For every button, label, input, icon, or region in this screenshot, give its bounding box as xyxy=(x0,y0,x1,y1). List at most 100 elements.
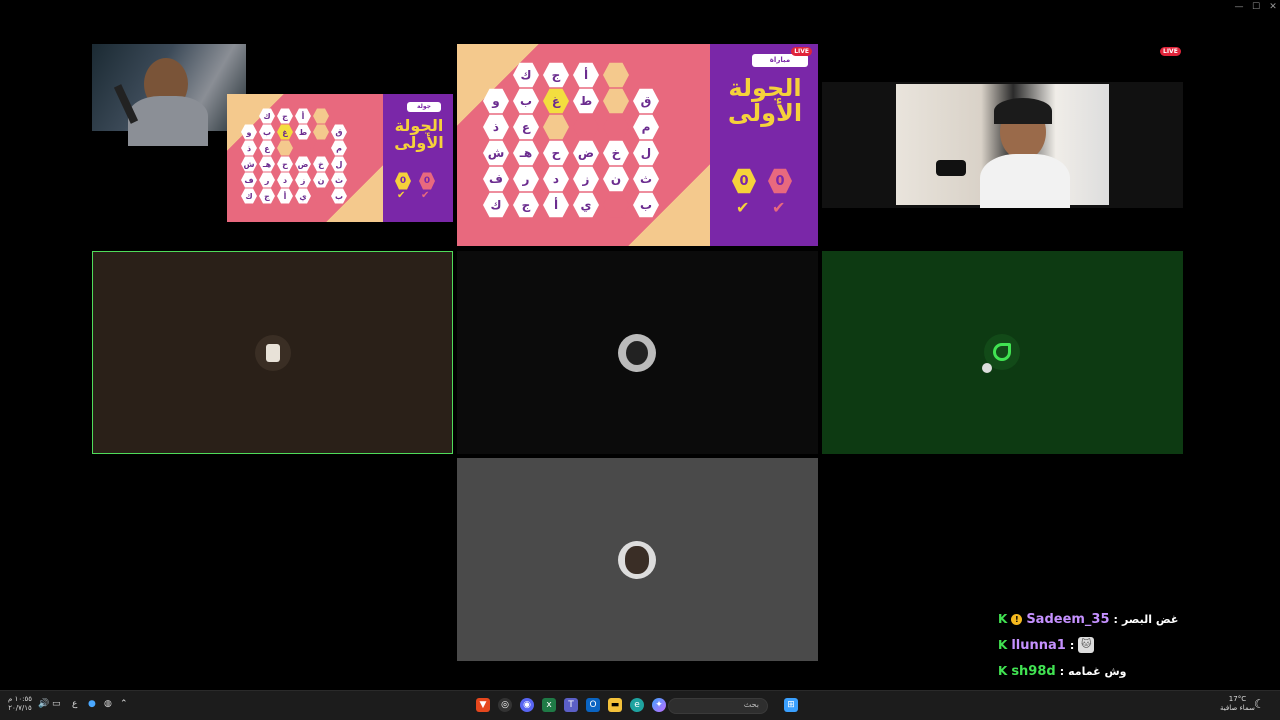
participant-avatar xyxy=(618,334,656,372)
status-icon xyxy=(982,363,992,373)
small-hex-cell: ن xyxy=(313,172,329,188)
small-hex-cell: م xyxy=(331,140,347,156)
participant-tile-1[interactable] xyxy=(92,251,453,454)
hex-cell[interactable]: هـ xyxy=(513,140,539,166)
hex-cell[interactable]: ل xyxy=(633,140,659,166)
hex-cell[interactable]: ث xyxy=(633,166,659,192)
small-hex-cell xyxy=(313,108,329,124)
hex-cell[interactable]: ج xyxy=(513,192,539,218)
hex-cell[interactable]: أ xyxy=(573,62,599,88)
hex-cell[interactable]: ن xyxy=(603,166,629,192)
file-explorer-icon[interactable]: ▬ xyxy=(608,698,622,712)
hex-cell[interactable]: أ xyxy=(543,192,569,218)
hex-cell[interactable] xyxy=(603,192,629,218)
hex-cell[interactable]: ذ xyxy=(483,114,509,140)
minimize-button[interactable]: — xyxy=(1232,0,1246,14)
stream-screen: — ☐ ✕ جولة الجولة الأولى 0 0 ✔ ✔ كجأوبغط… xyxy=(0,0,1280,720)
hex-cell[interactable]: ك xyxy=(513,62,539,88)
network-icon[interactable]: ▭ xyxy=(52,699,61,709)
small-board-button[interactable]: جولة xyxy=(407,102,441,112)
hex-cell[interactable]: ج xyxy=(543,62,569,88)
hex-cell[interactable]: ش xyxy=(483,140,509,166)
small-round-title: الجولة الأولى xyxy=(389,117,449,152)
teams-icon[interactable]: T xyxy=(564,698,578,712)
chat-username[interactable]: llunna1 xyxy=(1011,638,1066,653)
hex-cell[interactable]: ض xyxy=(573,140,599,166)
chat-username[interactable]: Sadeem_35 xyxy=(1026,612,1109,627)
hex-cell[interactable]: ع xyxy=(513,114,539,140)
hex-cell[interactable]: ح xyxy=(543,140,569,166)
small-hex-cell: ض xyxy=(295,156,311,172)
kick-badge-icon: K xyxy=(998,612,1008,626)
hex-cell[interactable]: ب xyxy=(513,88,539,114)
participant-tile-2[interactable] xyxy=(457,251,818,454)
small-hex-cell: د xyxy=(277,172,293,188)
hex-cell[interactable]: ف xyxy=(483,166,509,192)
coin-badge-icon: ! xyxy=(1011,613,1023,625)
edge-icon[interactable]: e xyxy=(630,698,644,712)
hex-cell[interactable] xyxy=(603,88,629,114)
participant-tile-4[interactable] xyxy=(457,458,818,661)
hex-cell[interactable]: ط xyxy=(573,88,599,114)
show-hidden-icons-icon[interactable]: ⌃ xyxy=(120,699,128,709)
participant-tile-3[interactable] xyxy=(822,251,1183,454)
tray-app-icon[interactable]: ◍ xyxy=(104,699,112,709)
outlook-icon[interactable]: O xyxy=(586,698,600,712)
small-hex-cell: ع xyxy=(259,140,275,156)
close-button[interactable]: ✕ xyxy=(1266,0,1280,14)
language-indicator[interactable]: ع xyxy=(72,699,77,709)
small-hex-cell xyxy=(313,188,329,204)
taskbar-search[interactable]: بحث xyxy=(668,698,768,714)
hex-cell[interactable]: و xyxy=(483,88,509,114)
cat-emote-icon: 🐱 xyxy=(1078,637,1095,653)
hex-cell[interactable]: ي xyxy=(573,192,599,218)
small-hex-grid: ك ج أ و ب غ ط ق ذ ع م ش هـ ح ض خ ل ف ر د ز ن ث ك ج أ ي ب xyxy=(241,108,371,218)
chat-separator: : xyxy=(1069,638,1075,652)
small-hex-cell: أ xyxy=(277,188,293,204)
small-hex-cell: ل xyxy=(331,156,347,172)
small-check-left-icon: ✔ xyxy=(397,190,406,201)
small-hex-cell: ك xyxy=(241,188,257,204)
small-hex-cell: ي xyxy=(295,188,311,204)
round-title-line2: الأولى xyxy=(727,99,803,128)
taskbar: ١٠:٥٥ م ٢٠/٧/١٥ 🔊 ▭ ع ● ◍ ⌃ ▼ ◎ ◉ x T O … xyxy=(0,690,1280,720)
small-game-board: جولة الجولة الأولى 0 0 ✔ ✔ كجأوبغطقذعمشه… xyxy=(227,94,453,222)
streamer-camera-right-frame xyxy=(822,82,1183,208)
hex-cell[interactable] xyxy=(603,62,629,88)
chat-username[interactable]: sh98d xyxy=(1011,664,1055,679)
obs-icon[interactable]: ◎ xyxy=(498,698,512,712)
hex-cell[interactable]: د xyxy=(543,166,569,192)
brave-browser-icon[interactable]: ▼ xyxy=(476,698,490,712)
hex-cell[interactable]: غ xyxy=(543,88,569,114)
small-hex-cell: ر xyxy=(259,172,275,188)
hex-cell[interactable] xyxy=(573,114,599,140)
small-hex-cell: ز xyxy=(295,172,311,188)
hex-cell[interactable] xyxy=(543,114,569,140)
taskbar-clock[interactable]: ١٠:٥٥ م ٢٠/٧/١٥ xyxy=(8,695,32,713)
discord-icon[interactable]: ◉ xyxy=(520,698,534,712)
weather-desc: سماء صافية xyxy=(1220,704,1255,712)
hex-cell[interactable]: م xyxy=(633,114,659,140)
weather-temp: 17°C xyxy=(1228,695,1247,703)
check-left-icon: ✔ xyxy=(736,198,750,217)
mic-tray-icon[interactable]: ● xyxy=(88,699,96,709)
start-icon[interactable]: ⊞ xyxy=(784,698,798,712)
score-right: 0 xyxy=(768,168,792,194)
microphone-icon xyxy=(936,160,966,176)
hex-cell[interactable]: ك xyxy=(483,192,509,218)
volume-icon[interactable]: 🔊 xyxy=(38,699,49,709)
hex-cell[interactable]: خ xyxy=(603,140,629,166)
hex-cell[interactable] xyxy=(603,114,629,140)
excel-icon[interactable]: x xyxy=(542,698,556,712)
hex-cell[interactable]: ز xyxy=(573,166,599,192)
streamer-body xyxy=(980,154,1070,208)
round-title-line2: الأولى xyxy=(394,132,444,152)
copilot-icon[interactable]: ✦ xyxy=(652,698,666,712)
streamer-headset-icon xyxy=(994,98,1052,124)
maximize-button[interactable]: ☐ xyxy=(1249,0,1263,14)
hex-cell[interactable]: ق xyxy=(633,88,659,114)
hex-cell[interactable]: ب xyxy=(633,192,659,218)
hex-cell[interactable]: ر xyxy=(513,166,539,192)
weather-widget[interactable]: 17°C سماء صافية xyxy=(1220,695,1255,713)
live-badge: LIVE xyxy=(791,47,812,56)
